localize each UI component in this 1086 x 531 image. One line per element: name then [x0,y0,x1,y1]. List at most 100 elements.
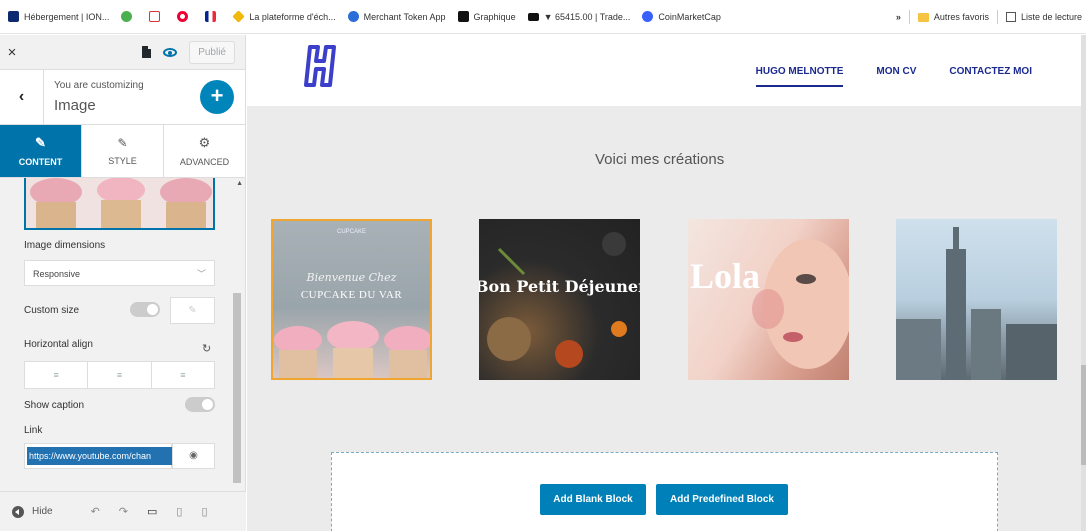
site-header: HUGO MELNOTTE MON CV CONTACTEZ MOI [247,35,1086,106]
trade-icon [527,12,539,21]
breakfast-title: Bon Petit Déjeuner [479,277,640,296]
show-caption-label: Show caption [24,400,85,411]
cupcake-thumbnail-image [26,178,213,228]
horizontal-align-group: ≡ ≡ ≡ [24,361,215,389]
bookmark-graphique[interactable]: Graphique [457,11,516,22]
align-right-button[interactable]: ≡ [152,362,214,388]
close-button[interactable]: × [0,44,24,61]
logo-h-icon [304,45,336,87]
align-left-button[interactable]: ≡ [25,362,89,388]
nav-item-mon-cv[interactable]: MON CV [876,66,916,87]
customizing-header: ‹ You are customizing Image + [0,69,245,125]
content-settings: ▲ Image dimensions Responsive Custom siz… [0,178,245,490]
mobile-preview-icon[interactable]: ▯ [201,505,207,518]
preview-eye-icon[interactable] [163,47,178,57]
brush-icon: ✎ [117,136,128,150]
custom-size-label: Custom size [24,305,80,316]
divider [908,10,910,24]
nav-item-hugo-melnotte[interactable]: HUGO MELNOTTE [755,66,844,87]
add-predefined-block-button[interactable]: Add Predefined Block [656,484,788,515]
divider [996,10,998,24]
scroll-up-icon[interactable]: ▲ [236,180,243,187]
cupcake-title: CUPCAKE DU VAR [300,289,403,301]
preview-scroll-thumb[interactable] [1081,365,1086,465]
horizontal-align-label: Horizontal align [24,339,93,350]
bookmarks-bar: Hébergement | ION... La plateforme d'éch… [0,0,1086,34]
cupcake-small-label: CUPCAKE [336,229,366,235]
edit-size-button[interactable]: ✎ [170,297,215,324]
link-input-value: https://www.youtube.com/chan [27,447,173,465]
gallery-item-cupcake[interactable]: CUPCAKE Bienvenue Chez CUPCAKE DU VAR [271,219,432,380]
hide-controls-button[interactable]: Hide [12,505,53,518]
leaf-icon [121,11,133,22]
tab-advanced[interactable]: ⚙ ADVANCED [164,125,245,177]
reset-icon[interactable]: ↻ [202,342,211,355]
tab-style-label: STYLE [108,156,137,166]
module-tabs: ✎ CONTENT ✎ STYLE ⚙ ADVANCED [0,125,245,178]
gallery-item-petit-dejeuner[interactable]: Bon Petit Déjeuner [479,219,640,380]
document-icon[interactable] [142,46,152,58]
align-right-icon: ≡ [180,370,186,380]
bookmark-opera[interactable] [177,11,193,22]
pencil-icon: ✎ [188,305,197,316]
bookmark-coinmarketcap[interactable]: CoinMarketCap [642,11,721,22]
site-preview: HUGO MELNOTTE MON CV CONTACTEZ MOI Voici… [247,35,1086,531]
cupcakes-illustration [274,321,430,378]
bookmark-merchant[interactable]: Merchant Token App [347,11,446,22]
tablet-preview-icon[interactable]: ▯ [176,505,182,518]
bookmark-leaf[interactable] [121,11,137,22]
align-center-button[interactable]: ≡ [88,362,152,388]
panel-scroll-thumb[interactable] [233,293,241,483]
other-bookmarks-link[interactable]: Autres favoris [934,12,989,22]
redo-icon[interactable]: ↷ [119,505,128,518]
breakfast-illustration [487,232,627,368]
gallery-item-lola[interactable]: Lola [688,219,849,380]
reading-list-link[interactable]: Liste de lecture [1021,12,1082,22]
opera-icon [177,11,189,22]
site-logo[interactable] [302,45,338,92]
tab-content[interactable]: ✎ CONTENT [0,125,82,177]
tab-style[interactable]: ✎ STYLE [82,125,164,177]
link-input[interactable]: https://www.youtube.com/chan [24,443,173,469]
nav-item-contactez-moi[interactable]: CONTACTEZ MOI [949,66,1032,87]
add-module-button[interactable]: + [200,80,234,114]
bookmark-flag[interactable] [205,11,221,22]
target-icon: ◉ [189,450,198,461]
show-caption-toggle[interactable] [185,397,215,412]
merchant-icon [347,11,359,22]
align-left-icon: ≡ [53,370,59,380]
bookmark-ionos[interactable]: Hébergement | ION... [8,11,109,22]
gears-icon: ⚙ [198,135,211,150]
bookmark-trade[interactable]: ▼ 65415.00 | Trade... [527,12,630,22]
image-dimensions-select[interactable]: Responsive [24,260,215,286]
diamond-icon [232,10,246,23]
site-nav: HUGO MELNOTTE MON CV CONTACTEZ MOI [723,66,1032,87]
lola-title: Lola [690,256,761,296]
folder-icon [917,12,929,22]
back-button[interactable]: ‹ [0,69,44,125]
tab-advanced-label: ADVANCED [179,157,230,167]
bookmark-plateforme[interactable]: La plateforme d'éch... [232,10,336,23]
bookmark-spark[interactable] [149,11,165,22]
tab-content-label: CONTENT [18,157,63,167]
undo-icon[interactable]: ↶ [91,505,100,518]
customizing-title: Image [54,97,96,114]
section-title: Voici mes créations [595,151,725,168]
link-target-button[interactable]: ◉ [172,443,215,469]
gallery-item-city[interactable] [896,219,1057,380]
align-center-icon: ≡ [116,370,123,380]
pencil-icon: ✎ [35,135,46,150]
hide-label: Hide [32,506,53,517]
more-bookmarks-button[interactable]: » [896,12,901,22]
cupcake-script-text: Bienvenue Chez [306,271,397,284]
customizer-footer: Hide ↶ ↷ ▭ ▯ ▯ [0,491,246,531]
custom-size-toggle[interactable] [130,302,160,317]
desktop-preview-icon[interactable]: ▭ [147,505,157,518]
skyline-illustration [896,227,1057,380]
image-thumbnail[interactable] [24,178,215,230]
reading-list-icon [1005,12,1016,22]
add-blank-block-button[interactable]: Add Blank Block [540,484,646,515]
publish-button[interactable]: Publié [189,40,235,64]
flag-fr-icon [205,11,217,22]
cmc-icon [642,11,654,22]
